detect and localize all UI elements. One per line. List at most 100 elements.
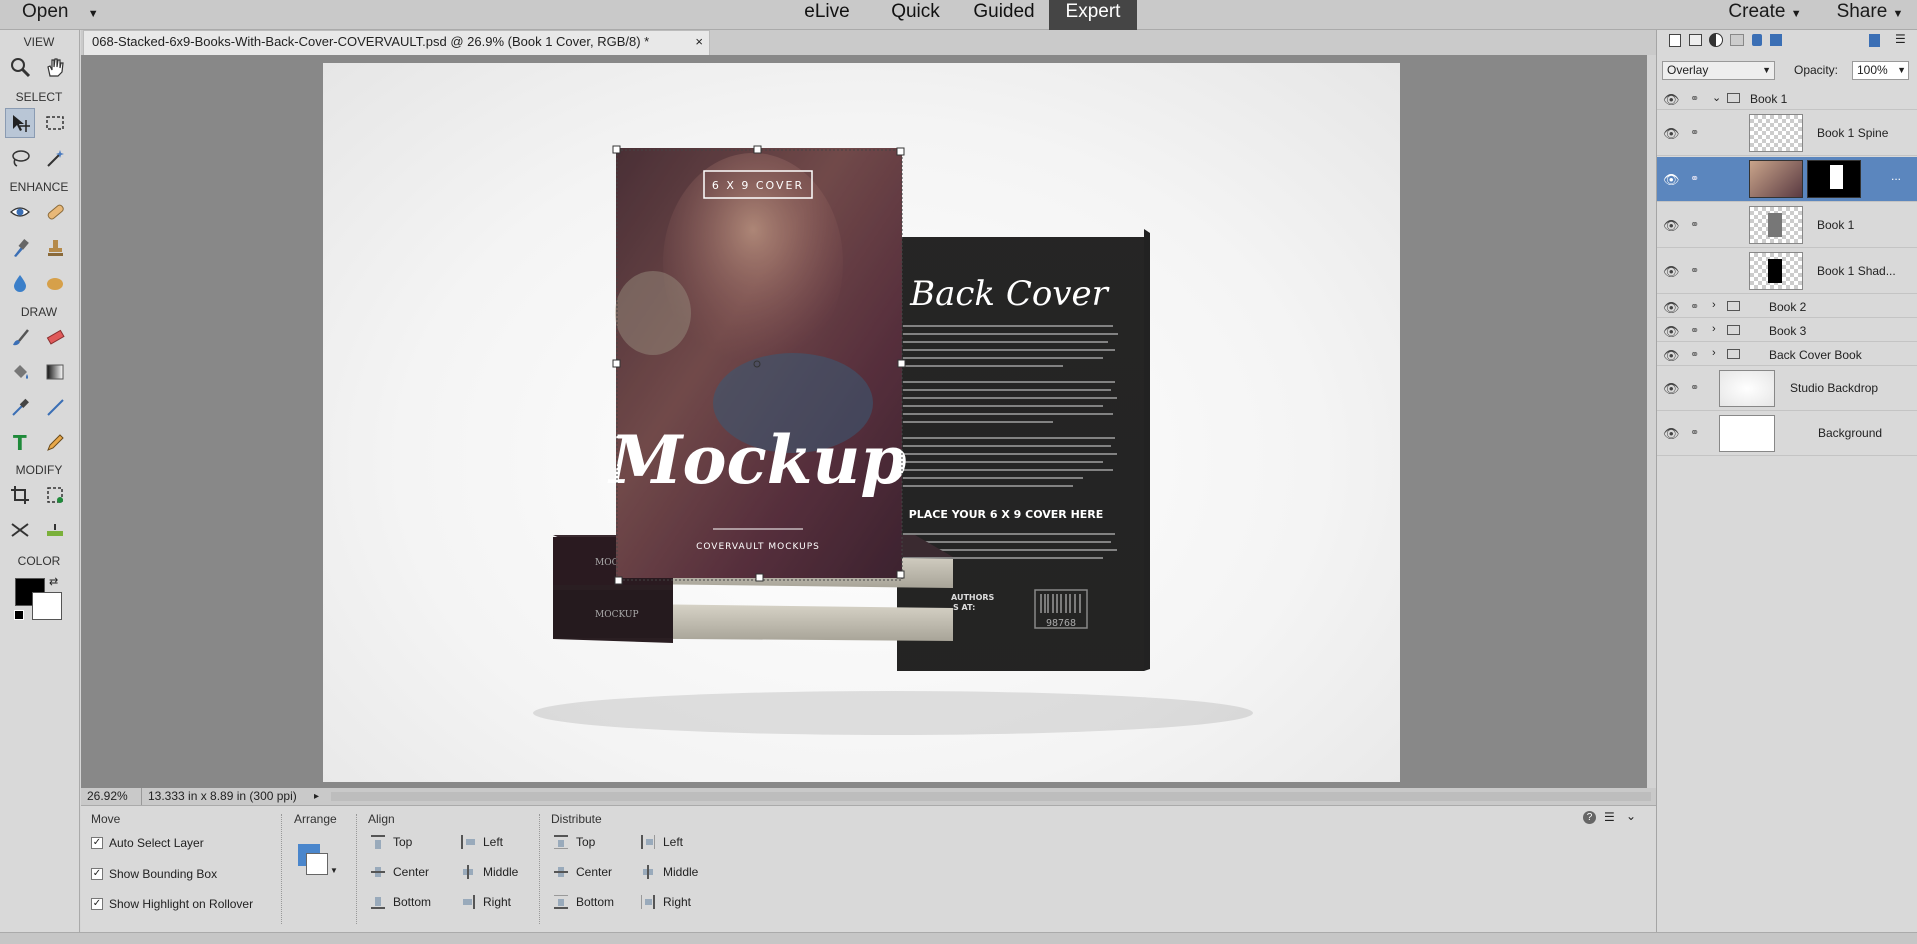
- new-layer-icon[interactable]: [1669, 34, 1681, 47]
- line-tool[interactable]: [40, 392, 70, 422]
- arrange-button[interactable]: ▼: [296, 844, 338, 884]
- visibility-eye-icon[interactable]: 👁: [1663, 126, 1680, 142]
- expand-chevron-icon[interactable]: ⌄: [1712, 91, 1721, 104]
- layer-group-book-1[interactable]: 👁 ⚭ ⌄ Book 1: [1657, 87, 1917, 110]
- layer-book-1-cover-selected[interactable]: 👁 ⚭ ...: [1657, 157, 1917, 202]
- document-canvas[interactable]: Back Cover PLACE YOUR 6 X 9 COVER HERE A…: [323, 63, 1400, 782]
- new-group-icon[interactable]: [1689, 34, 1702, 46]
- document-tab[interactable]: 068-Stacked-6x9-Books-With-Back-Cover-CO…: [83, 30, 710, 55]
- blend-mode-select[interactable]: Overlay ▼: [1662, 61, 1775, 80]
- link-icon[interactable]: ⚭: [1690, 126, 1699, 139]
- align-top-button[interactable]: Top: [371, 835, 412, 849]
- close-tab-icon[interactable]: ×: [695, 31, 703, 53]
- paint-bucket-tool[interactable]: [5, 357, 35, 387]
- brush-tool[interactable]: [5, 322, 35, 352]
- distribute-center-button[interactable]: Center: [554, 865, 612, 879]
- status-arrow-icon[interactable]: ▸: [314, 788, 319, 805]
- hand-tool[interactable]: [40, 52, 70, 82]
- gradient-tool[interactable]: [40, 357, 70, 387]
- quick-selection-tool[interactable]: [40, 143, 70, 173]
- vertical-scrollbar[interactable]: [1647, 55, 1656, 788]
- layer-group-back-cover-book[interactable]: 👁 ⚭ › Back Cover Book: [1657, 343, 1917, 366]
- expand-chevron-icon[interactable]: ›: [1712, 299, 1716, 311]
- link-icon[interactable]: ⚭: [1690, 324, 1699, 337]
- align-bottom-button[interactable]: Bottom: [371, 895, 431, 909]
- expand-chevron-icon[interactable]: ›: [1712, 347, 1716, 359]
- marquee-tool[interactable]: [40, 108, 70, 138]
- link-icon[interactable]: ⚭: [1690, 426, 1699, 439]
- visibility-eye-icon[interactable]: 👁: [1663, 218, 1680, 234]
- red-eye-tool[interactable]: [5, 197, 35, 227]
- link-icon[interactable]: ⚭: [1690, 264, 1699, 277]
- options-menu-icon[interactable]: ☰: [1604, 810, 1615, 824]
- share-button[interactable]: Share ▼: [1825, 0, 1915, 30]
- link-icon[interactable]: ⚭: [1690, 300, 1699, 313]
- mode-expert[interactable]: Expert: [1049, 0, 1137, 30]
- horizontal-scrollbar[interactable]: [331, 792, 1651, 801]
- opacity-input[interactable]: 100% ▼: [1852, 61, 1909, 80]
- pencil-tool[interactable]: [40, 427, 70, 457]
- layer-group-book-3[interactable]: 👁 ⚭ › Book 3: [1657, 319, 1917, 342]
- default-colors-icon[interactable]: [14, 610, 24, 620]
- align-middle-button[interactable]: Middle: [461, 865, 518, 879]
- layer-book-1-shadow[interactable]: 👁 ⚭ Book 1 Shad...: [1657, 249, 1917, 294]
- lock-transparent-icon[interactable]: [1770, 34, 1782, 46]
- smart-brush-tool[interactable]: [5, 233, 35, 263]
- lock-icon[interactable]: [1752, 34, 1762, 46]
- distribute-top-button[interactable]: Top: [554, 835, 595, 849]
- blur-tool[interactable]: [5, 268, 35, 298]
- trash-icon[interactable]: [1869, 34, 1880, 47]
- lasso-tool[interactable]: [5, 143, 35, 173]
- visibility-eye-icon[interactable]: 👁: [1663, 324, 1680, 340]
- zoom-level[interactable]: 26.92%: [87, 788, 128, 805]
- mode-elive[interactable]: eLive: [786, 0, 868, 30]
- layer-background[interactable]: 👁 ⚭ Background: [1657, 412, 1917, 456]
- visibility-eye-icon[interactable]: 👁: [1663, 300, 1680, 316]
- adjustment-layer-icon[interactable]: [1709, 33, 1723, 47]
- distribute-left-button[interactable]: Left: [641, 835, 683, 849]
- layer-book-1[interactable]: 👁 ⚭ Book 1: [1657, 203, 1917, 248]
- mode-guided[interactable]: Guided: [958, 0, 1050, 30]
- align-left-button[interactable]: Left: [461, 835, 503, 849]
- visibility-eye-icon[interactable]: 👁: [1663, 264, 1680, 280]
- type-tool[interactable]: T: [5, 427, 35, 457]
- background-color-swatch[interactable]: [32, 592, 62, 620]
- link-icon[interactable]: ⚭: [1690, 218, 1699, 231]
- show-highlight-checkbox[interactable]: ✓ Show Highlight on Rollover: [91, 897, 253, 911]
- show-bounding-checkbox[interactable]: ✓ Show Bounding Box: [91, 867, 217, 881]
- distribute-bottom-button[interactable]: Bottom: [554, 895, 614, 909]
- align-center-button[interactable]: Center: [371, 865, 429, 879]
- create-button[interactable]: Create ▼: [1720, 0, 1810, 30]
- swap-colors-icon[interactable]: ⇄: [49, 575, 58, 588]
- link-icon[interactable]: ⚭: [1690, 92, 1699, 105]
- layer-studio-backdrop[interactable]: 👁 ⚭ Studio Backdrop: [1657, 367, 1917, 411]
- visibility-eye-icon[interactable]: 👁: [1663, 348, 1680, 364]
- recompose-tool[interactable]: [40, 480, 70, 510]
- move-tool[interactable]: [5, 108, 35, 138]
- link-icon[interactable]: ⚭: [1690, 348, 1699, 361]
- open-button[interactable]: Open ▼: [10, 0, 105, 30]
- eyedropper-tool[interactable]: [5, 392, 35, 422]
- layer-group-book-2[interactable]: 👁 ⚭ › Book 2: [1657, 295, 1917, 318]
- content-aware-move-tool[interactable]: [5, 515, 35, 545]
- panel-menu-icon[interactable]: ☰: [1895, 32, 1906, 46]
- straighten-tool[interactable]: [40, 515, 70, 545]
- auto-select-checkbox[interactable]: ✓ Auto Select Layer: [91, 836, 204, 850]
- expand-chevron-icon[interactable]: ›: [1712, 323, 1716, 335]
- collapse-options-icon[interactable]: ⌄: [1626, 809, 1636, 823]
- visibility-eye-icon[interactable]: 👁: [1663, 381, 1680, 397]
- clone-stamp-tool[interactable]: [40, 233, 70, 263]
- align-right-button[interactable]: Right: [461, 895, 511, 909]
- eraser-tool[interactable]: [40, 322, 70, 352]
- visibility-eye-icon[interactable]: 👁: [1663, 172, 1680, 188]
- mask-icon[interactable]: [1730, 34, 1744, 46]
- visibility-eye-icon[interactable]: 👁: [1663, 426, 1680, 442]
- visibility-eye-icon[interactable]: 👁: [1663, 92, 1680, 108]
- link-icon[interactable]: ⚭: [1690, 381, 1699, 394]
- link-icon[interactable]: ⚭: [1690, 172, 1699, 185]
- help-icon[interactable]: ?: [1583, 811, 1596, 824]
- distribute-right-button[interactable]: Right: [641, 895, 691, 909]
- zoom-tool[interactable]: [5, 52, 35, 82]
- crop-tool[interactable]: [5, 480, 35, 510]
- mode-quick[interactable]: Quick: [873, 0, 958, 30]
